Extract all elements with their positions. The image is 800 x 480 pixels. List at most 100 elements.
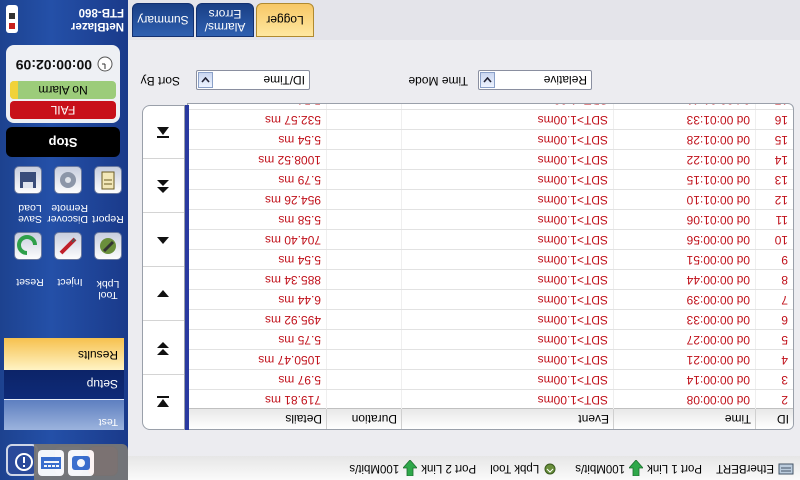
port2-name: Lpbk Tool	[490, 460, 557, 477]
cell-duration	[326, 150, 401, 169]
cell-details: 495.92 ms	[188, 310, 326, 329]
table-row[interactable]: 9 0d 00:00:51 SDT>1.00ms 5.54 ms	[188, 249, 793, 269]
cell-time: 0d 00:01:10	[613, 190, 755, 209]
table-scrollbar[interactable]	[185, 105, 189, 430]
cell-time: 0d 00:01:41	[613, 103, 755, 109]
scroll-first-button[interactable]	[143, 105, 184, 159]
table-row[interactable]: 8 0d 00:00:44 SDT>1.00ms 885.34 ms	[188, 269, 793, 289]
cell-id: 15	[755, 130, 793, 149]
cell-duration	[326, 170, 401, 189]
down-triangle-icon	[157, 290, 170, 297]
line-down-button[interactable]	[143, 266, 184, 321]
cell-details: 5.97 ms	[188, 370, 326, 389]
nav-setup[interactable]: Setup	[4, 370, 124, 400]
cell-time: 0d 00:00:21	[613, 350, 755, 369]
table-row[interactable]: 15 0d 00:01:28 SDT>1.00ms 5.54 ms	[188, 129, 793, 149]
cell-id: 5	[755, 330, 793, 349]
cell-id: 16	[755, 110, 793, 129]
tab-alarms-errors[interactable]: Alarms/ Errors	[196, 3, 254, 37]
stop-button[interactable]: Stop	[6, 127, 120, 157]
reset-button[interactable]	[14, 232, 42, 260]
cell-details: 954.26 ms	[188, 190, 326, 209]
tab-logger[interactable]: Logger	[256, 3, 314, 37]
cell-time: 0d 00:01:15	[613, 170, 755, 189]
save-load-label: Save Load	[18, 202, 42, 225]
table-nav-column	[142, 105, 185, 430]
table-row[interactable]: 12 0d 00:01:10 SDT>1.00ms 954.26 ms	[188, 189, 793, 209]
cell-event: SDT>1.00ms	[401, 210, 613, 229]
cell-duration	[326, 270, 401, 289]
time-mode-select[interactable]: Relative	[478, 70, 592, 90]
cell-time: 0d 00:00:27	[613, 330, 755, 349]
chevron-down-icon	[480, 72, 495, 88]
table-row[interactable]: 5 0d 00:00:27 SDT>1.00ms 5.75 ms	[188, 329, 793, 349]
last-page-icon	[157, 396, 170, 407]
reset-label: Reset	[16, 276, 44, 288]
screen-capture-icons	[34, 444, 128, 480]
logger-main-area: ID Time Event Duration Details 2 0d 00:00…	[128, 40, 800, 456]
table-row[interactable]: 3 0d 00:00:14 SDT>1.00ms 5.97 ms	[188, 369, 793, 389]
inject-button[interactable]	[54, 232, 82, 260]
tab-summary[interactable]: Summary	[132, 3, 194, 37]
virtual-keyboard-icon[interactable]	[38, 450, 64, 476]
table-row[interactable]: 7 0d 00:00:39 SDT>1.00ms 6.44 ms	[188, 289, 793, 309]
cell-event: SDT>1.00ms	[401, 250, 613, 269]
page-down-button[interactable]	[143, 320, 184, 375]
cell-details: 1008.52 ms	[188, 150, 326, 169]
table-header: ID Time Event Duration Details	[188, 408, 793, 429]
table-row[interactable]: 6 0d 00:00:33 SDT>1.00ms 495.92 ms	[188, 309, 793, 329]
cell-duration	[326, 250, 401, 269]
cell-details: 532.57 ms	[188, 110, 326, 129]
save-load-button[interactable]	[14, 166, 42, 194]
page-up-button[interactable]	[143, 158, 184, 213]
cell-time: 0d 00:01:22	[613, 150, 755, 169]
status-box: FAIL No Alarm 00:00:02:09	[6, 45, 120, 123]
cell-event: SDT>1.00ms	[401, 390, 613, 409]
cell-duration	[326, 110, 401, 129]
cell-details: 5.79 ms	[188, 170, 326, 189]
nav-test[interactable]: Test	[4, 400, 124, 430]
cell-id: 17	[755, 103, 793, 109]
table-row[interactable]: 4 0d 00:00:21 SDT>1.00ms 1050.47 ms	[188, 349, 793, 369]
cell-event: SDT>1.00ms	[401, 170, 613, 189]
cell-details: 885.34 ms	[188, 270, 326, 289]
table-row[interactable]: 13 0d 00:01:15 SDT>1.00ms 5.79 ms	[188, 169, 793, 189]
cell-event: SDT>1.00ms	[401, 190, 613, 209]
discover-remote-button[interactable]	[54, 166, 82, 194]
loopback-tool-icon	[543, 460, 557, 477]
cell-id: 4	[755, 350, 793, 369]
scroll-last-button[interactable]	[143, 374, 184, 429]
table-row[interactable]: 10 0d 00:00:56 SDT>1.00ms 704.40 ms	[188, 229, 793, 249]
table-row[interactable]: 2 0d 00:00:08 SDT>1.00ms 719.81 ms	[188, 389, 793, 409]
cell-event: SDT>1.00ms	[401, 330, 613, 349]
lpbk-tool-button[interactable]	[94, 232, 122, 260]
exfo-logo-icon	[6, 5, 18, 33]
table-row[interactable]: 14 0d 00:01:22 SDT>1.00ms 1008.52 ms	[188, 149, 793, 169]
cell-details: 6.44 ms	[188, 290, 326, 309]
port1-name: EtherBERT	[716, 460, 794, 477]
sort-by-select[interactable]: ID/Time	[196, 70, 310, 90]
screenshot-icon[interactable]	[68, 450, 94, 476]
col-header-duration[interactable]: Duration	[326, 409, 401, 429]
report-button[interactable]	[94, 166, 122, 194]
double-up-icon	[157, 180, 170, 193]
table-row[interactable]: 11 0d 00:01:06 SDT>1.00ms 5.58 ms	[188, 209, 793, 229]
cell-id: 6	[755, 310, 793, 329]
table-row[interactable]: 16 0d 00:01:33 SDT>1.00ms 532.57 ms	[188, 109, 793, 129]
table-row[interactable]: 170d 00:01:41SDT>1.00ms 5.54 ms	[188, 103, 793, 109]
logger-table: ID Time Event Duration Details 2 0d 00:00…	[187, 103, 794, 430]
cell-event: SDT>1.00ms	[401, 310, 613, 329]
col-header-id[interactable]: ID	[755, 409, 793, 429]
inject-label: Inject	[57, 276, 83, 288]
no-alarm-indicator: No Alarm	[10, 81, 116, 99]
line-up-button[interactable]	[143, 212, 184, 267]
nav-results[interactable]: Results	[4, 338, 124, 370]
col-header-time[interactable]: Time	[613, 409, 755, 429]
sort-by-label: Sort By	[140, 74, 180, 88]
cell-event: SDT>1.00ms	[401, 103, 613, 109]
lpbk-label: Tool Lpbk	[96, 278, 120, 301]
rotated-screen: EtherBERT Port 1 Link 100Mbit/s Lpbk Too…	[0, 0, 800, 480]
cell-id: 8	[755, 270, 793, 289]
col-header-details[interactable]: Details	[188, 409, 326, 429]
col-header-event[interactable]: Event	[401, 409, 613, 429]
